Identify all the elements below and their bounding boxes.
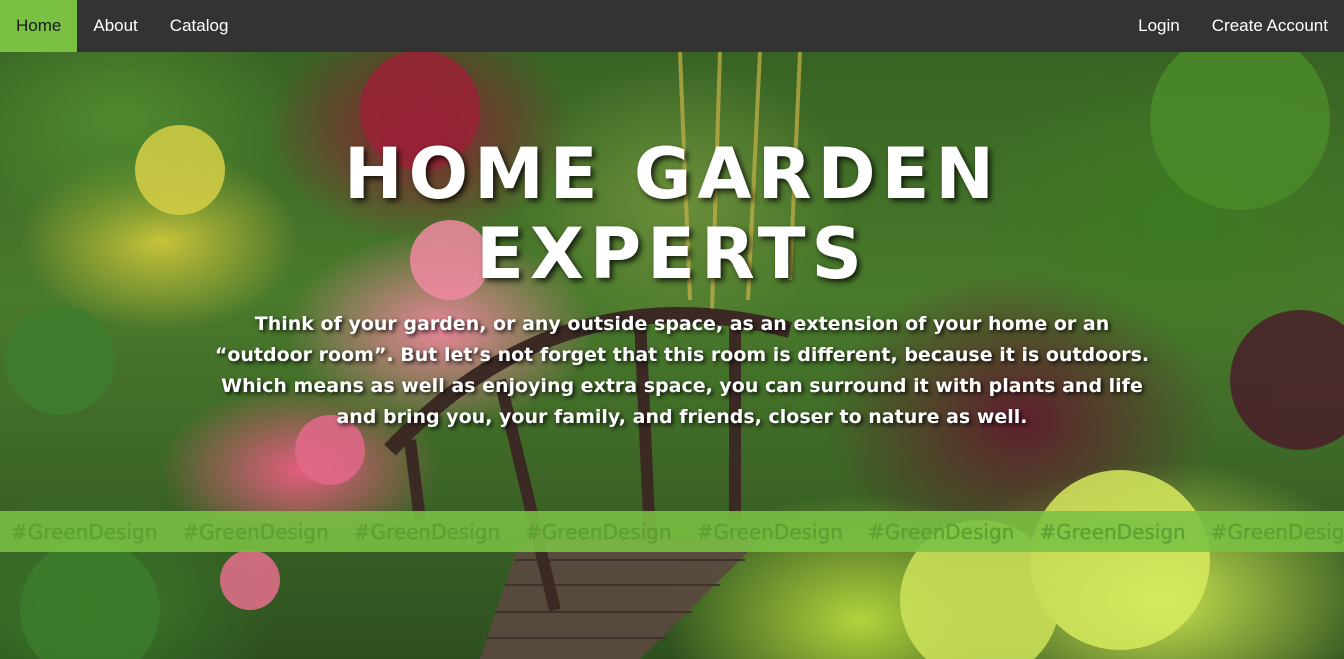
- tag-item: #GreenDesign: [1039, 519, 1186, 544]
- hero-title-line1: HOME GARDEN: [344, 133, 1000, 215]
- nav-login-link[interactable]: Login: [1122, 0, 1196, 52]
- nav-right-group: Login Create Account: [1122, 0, 1344, 52]
- tag-item: #GreenDesign: [867, 519, 1015, 544]
- green-design-tag-banner: #GreenDesign #GreenDesign #GreenDesign #…: [0, 511, 1344, 552]
- tag-item: #GreenDesign: [353, 519, 501, 544]
- tag-item: #GreenDesign: [696, 519, 843, 544]
- tag-item: #GreenDesign: [525, 519, 672, 544]
- tag-item: #GreenDesign: [1210, 519, 1344, 544]
- nav-about-link[interactable]: About: [77, 0, 153, 52]
- tag-item: #GreenDesign: [11, 519, 158, 544]
- nav-home-link[interactable]: Home: [0, 0, 78, 52]
- top-navbar: Home About Catalog Login Create Account: [0, 0, 1344, 52]
- tag-item: #GreenDesign: [182, 519, 329, 544]
- hero-description: Think of your garden, or any outside spa…: [214, 313, 1150, 428]
- nav-create-account-link[interactable]: Create Account: [1196, 0, 1344, 52]
- hero-title-line2: EXPERTS: [476, 213, 868, 295]
- nav-left-group: Home About Catalog: [0, 0, 244, 52]
- nav-catalog-link[interactable]: Catalog: [154, 0, 245, 52]
- hero-title: HOME GARDEN EXPERTS: [0, 134, 1344, 294]
